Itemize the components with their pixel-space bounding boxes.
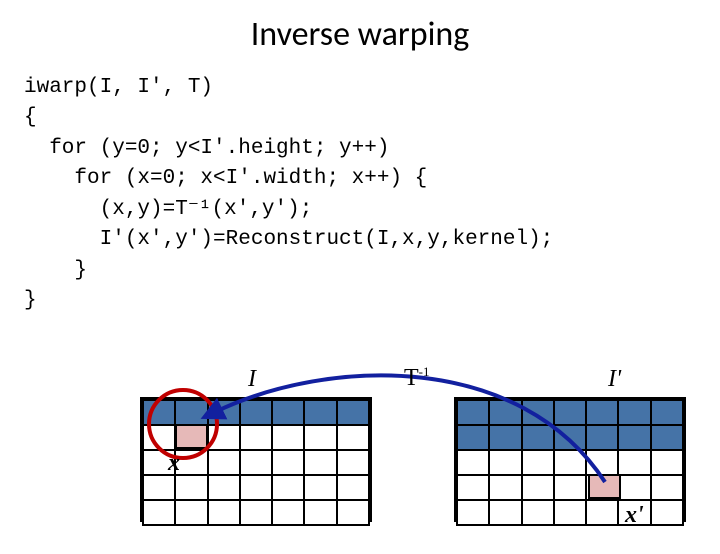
label-I: I bbox=[248, 366, 256, 393]
code-block: iwarp(I, I', T) { for (y=0; y<I'.height;… bbox=[24, 73, 720, 317]
sample-cell-target bbox=[588, 474, 621, 499]
grid-target bbox=[454, 397, 686, 522]
page-title: Inverse warping bbox=[0, 14, 720, 55]
code-line: iwarp(I, I', T) bbox=[24, 76, 213, 99]
code-line: I'(x',y')=Reconstruct(I,x,y,kernel); bbox=[24, 228, 553, 251]
label-I-prime: I' bbox=[608, 366, 621, 393]
code-line: } bbox=[24, 259, 87, 282]
label-x-prime: x' bbox=[625, 502, 644, 529]
code-line: for (y=0; y<I'.height; y++) bbox=[24, 137, 389, 160]
label-T-inverse: T-1 bbox=[404, 364, 430, 392]
code-line: } bbox=[24, 289, 37, 312]
code-line: (x,y)=T⁻¹(x',y'); bbox=[24, 198, 312, 221]
code-line: { bbox=[24, 106, 37, 129]
label-x: x bbox=[168, 450, 180, 477]
reconstruction-kernel-circle bbox=[147, 388, 219, 460]
code-line: for (x=0; x<I'.width; x++) { bbox=[24, 167, 427, 190]
diagram: I T-1 I' x x' bbox=[0, 362, 720, 552]
